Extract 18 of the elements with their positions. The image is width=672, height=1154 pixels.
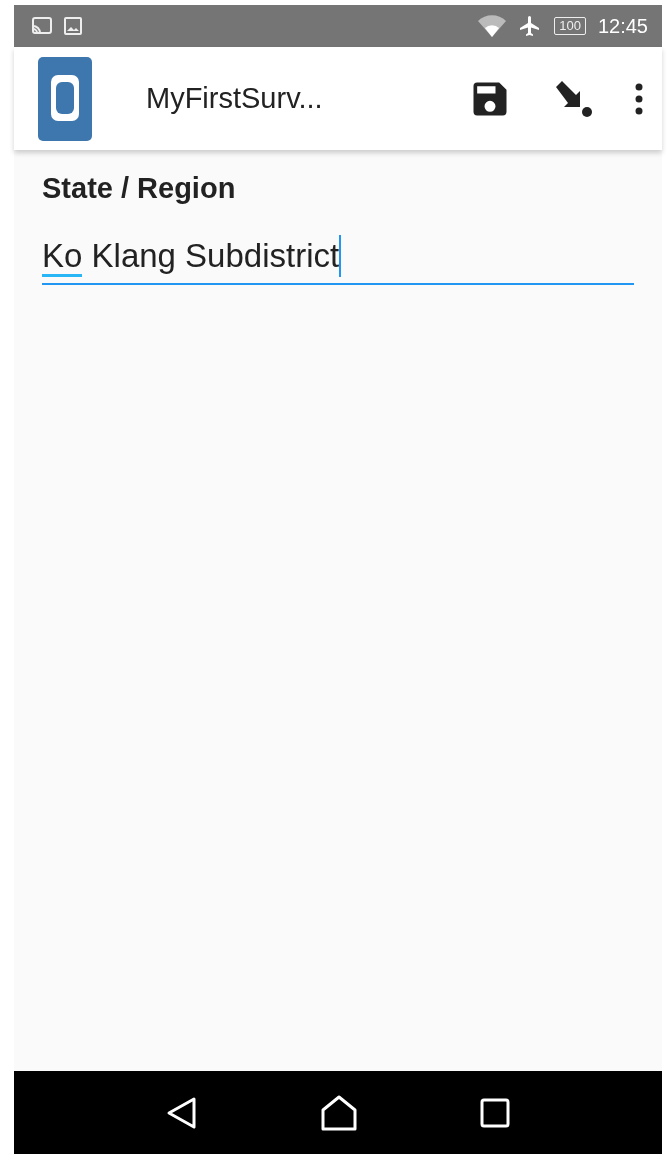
clock-time: 12:45 [597,14,648,38]
more-menu-button[interactable] [634,82,644,115]
wifi-icon [478,15,507,37]
survey-title: MyFirstSurv... [146,82,324,115]
image-icon [64,17,82,35]
home-button[interactable] [321,1094,357,1131]
back-button[interactable] [165,1095,198,1130]
back-icon [165,1095,198,1130]
text-caret [339,235,342,277]
question-label: State / Region [42,172,237,205]
battery-level: 100 [554,17,586,35]
more-vertical-icon [634,82,644,115]
recents-icon [480,1097,511,1128]
cast-icon [32,17,52,35]
text-input-field[interactable]: Ko Klang Subdistrict [42,235,634,285]
home-icon [321,1094,357,1131]
recents-button[interactable] [480,1097,511,1128]
app-logo-icon [38,56,92,141]
